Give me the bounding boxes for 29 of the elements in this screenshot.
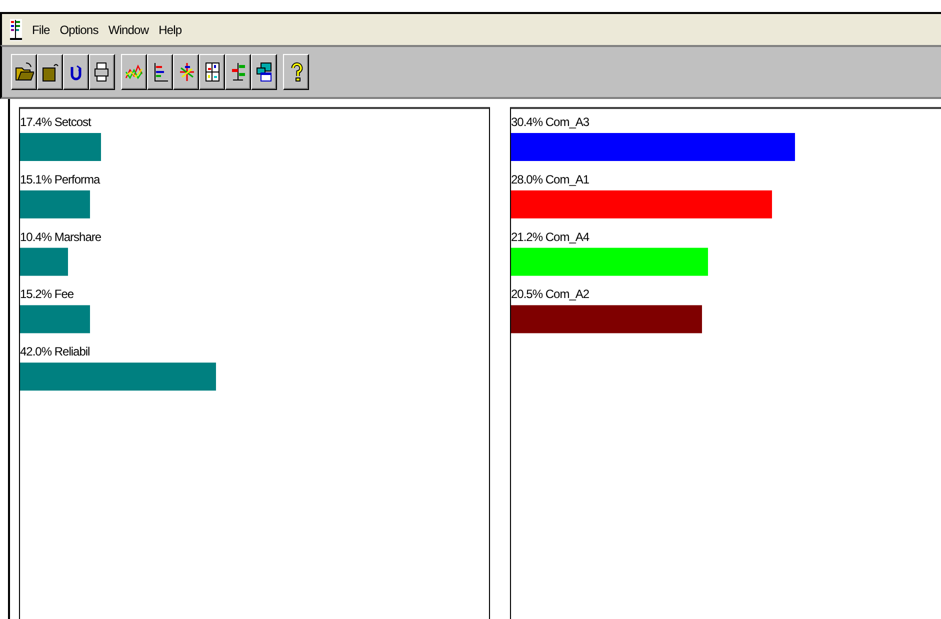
bar-label: 30.4% Com_A3 <box>511 115 590 129</box>
bar-label: 15.1% Performa <box>20 172 100 186</box>
menu-item[interactable]: Window <box>108 22 149 36</box>
bar-label: 21.2% Com_A4 <box>511 230 590 244</box>
toolbar-button[interactable] <box>11 54 37 90</box>
bar-label: 17.4% Setcost <box>20 115 91 129</box>
app-icon <box>10 18 22 40</box>
bar-label: 20.5% Com_A2 <box>511 287 590 302</box>
toolbar-button[interactable] <box>63 54 89 90</box>
bar <box>20 190 90 218</box>
bar-label: 28.0% Com_A1 <box>511 172 590 186</box>
bar <box>20 305 90 334</box>
toolbar-button[interactable] <box>225 54 251 90</box>
toolbar-button[interactable] <box>121 54 147 90</box>
toolbar-button[interactable] <box>147 54 173 90</box>
windows-icon <box>254 60 274 84</box>
menu-item[interactable]: Options <box>60 22 98 36</box>
toolbar-button[interactable] <box>37 54 63 90</box>
bar <box>20 248 68 276</box>
toolbar-button[interactable] <box>173 54 199 90</box>
toolbar-button[interactable] <box>199 54 225 90</box>
toolbar-button[interactable] <box>283 54 309 90</box>
toolbar-button[interactable] <box>89 54 115 90</box>
menu-item[interactable]: Help <box>158 22 182 36</box>
bar-label: 42.0% Reliabil <box>20 344 90 359</box>
bar-label: 15.2% Fee <box>20 287 74 302</box>
menu-item[interactable]: File <box>32 22 50 36</box>
toolbar-button[interactable] <box>251 54 277 90</box>
bar-label: 10.4% Marshare <box>20 230 102 244</box>
